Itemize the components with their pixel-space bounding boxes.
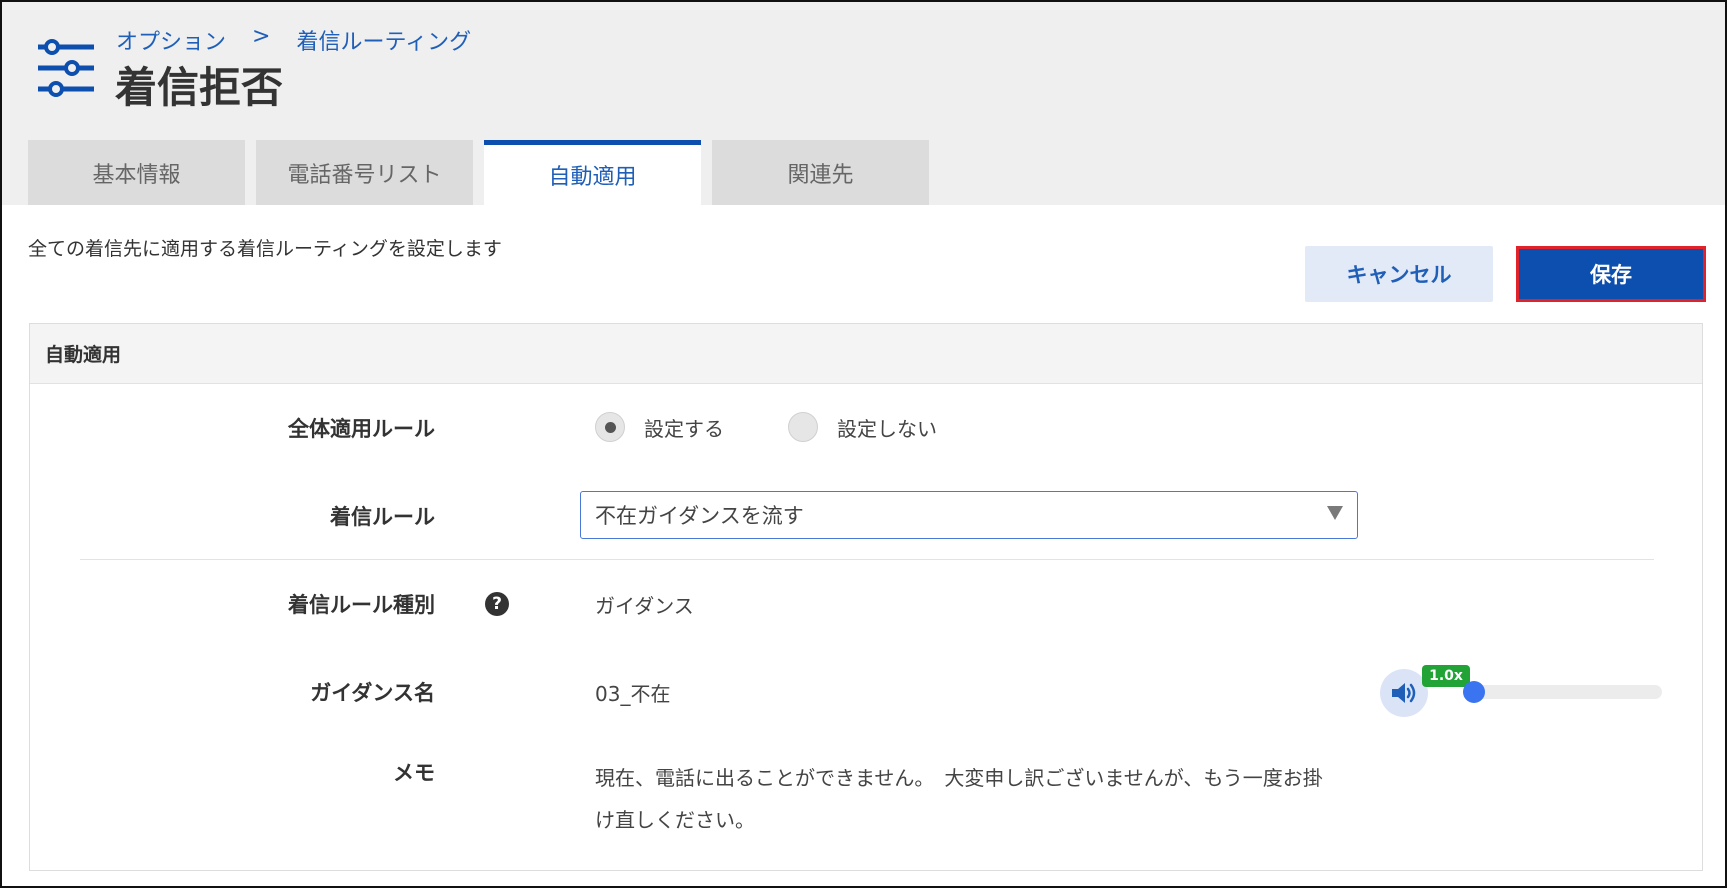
settings-sliders-icon <box>38 39 94 97</box>
radio-selected-dot <box>604 421 616 433</box>
rule-type-label: 着信ルール種別 <box>288 593 435 617</box>
guidance-name-label: ガイダンス名 <box>310 681 435 705</box>
rule-type-value: ガイダンス <box>595 594 694 618</box>
breadcrumb: オプション > 着信ルーティング <box>116 24 471 56</box>
incoming-rule-select[interactable]: 不在ガイダンスを流す <box>580 491 1358 539</box>
breadcrumb-separator: > <box>252 24 271 49</box>
chevron-down-icon <box>1327 506 1343 520</box>
question-circle-icon[interactable]: ? <box>485 592 509 616</box>
audio-progress-slider[interactable] <box>1474 685 1662 699</box>
tab-related[interactable]: 関連先 <box>712 140 929 205</box>
tab-phone-number-list[interactable]: 電話番号リスト <box>256 140 473 205</box>
audio-play-button[interactable] <box>1380 669 1428 717</box>
page-title: 着信拒否 <box>115 63 284 112</box>
divider <box>80 559 1654 560</box>
speaker-icon <box>1392 683 1416 703</box>
playback-speed-badge[interactable]: 1.0x <box>1422 665 1470 687</box>
guidance-name-value: 03_不在 <box>595 682 671 706</box>
radio-not-set-label[interactable]: 設定しない <box>837 413 937 442</box>
auto-apply-panel: 自動適用 全体適用ルール 設定する 設定しない 着信ルール 不在ガイダンスを流す… <box>29 323 1703 871</box>
save-button[interactable]: 保存 <box>1516 246 1706 302</box>
global-rule-radio-group: 設定する 設定しない <box>595 412 937 442</box>
incoming-rule-label: 着信ルール <box>330 505 435 529</box>
radio-set[interactable] <box>595 412 625 442</box>
tab-auto-apply[interactable]: 自動適用 <box>484 140 701 205</box>
app-frame: オプション > 着信ルーティング 着信拒否 基本情報 電話番号リスト 自動適用 … <box>0 0 1727 888</box>
panel-header: 自動適用 <box>30 324 1702 384</box>
memo-value: 現在、電話に出ることができません。 大変申し訳ございませんが、もう一度お掛け直し… <box>595 766 1323 832</box>
tab-basic-info[interactable]: 基本情報 <box>28 140 245 205</box>
audio-progress-thumb[interactable] <box>1463 681 1485 703</box>
breadcrumb-current[interactable]: 着信ルーティング <box>296 24 471 56</box>
incoming-rule-selected-value: 不在ガイダンスを流す <box>595 504 804 528</box>
page-description: 全ての着信先に適用する着信ルーティングを設定します <box>28 238 502 260</box>
breadcrumb-parent[interactable]: オプション <box>116 24 226 56</box>
global-rule-label: 全体適用ルール <box>288 417 435 441</box>
memo-label: メモ <box>393 761 435 785</box>
radio-not-set[interactable] <box>788 412 818 442</box>
cancel-button[interactable]: キャンセル <box>1305 246 1493 302</box>
radio-set-label[interactable]: 設定する <box>644 413 724 442</box>
